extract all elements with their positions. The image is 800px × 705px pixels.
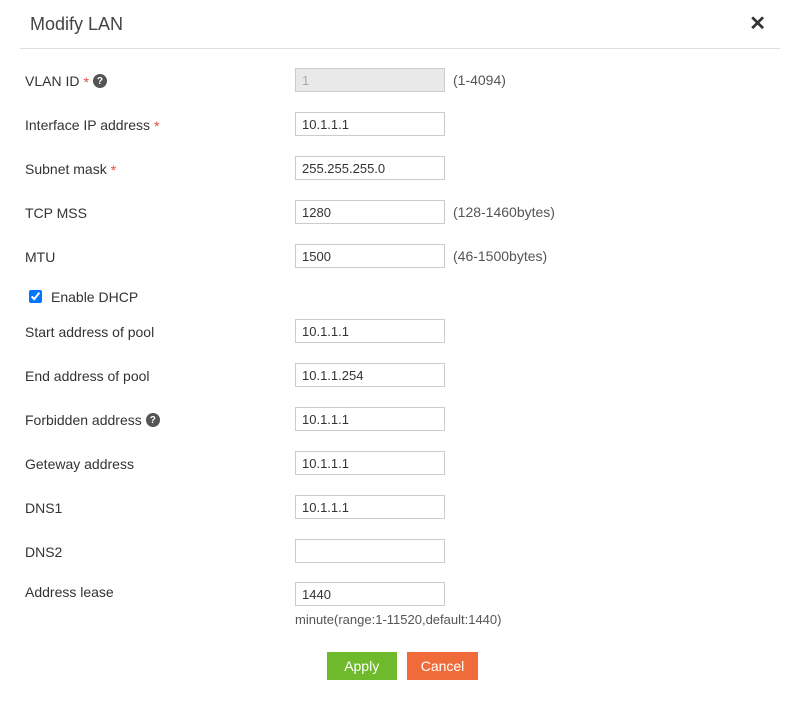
subnet-mask-input[interactable]	[295, 156, 445, 180]
gateway-input[interactable]	[295, 451, 445, 475]
lan-form: VLAN ID * ? (1-4094) Interface IP addres…	[20, 49, 780, 680]
label-end-pool: End address of pool	[25, 366, 295, 384]
hint-tcp-mss: (128-1460bytes)	[445, 204, 555, 220]
row-enable-dhcp: Enable DHCP	[25, 287, 780, 306]
required-marker: *	[154, 118, 159, 134]
hint-lease: minute(range:1-11520,default:1440)	[295, 612, 501, 627]
label-enable-dhcp: Enable DHCP	[51, 289, 138, 305]
row-dns2: DNS2	[25, 538, 780, 564]
close-icon[interactable]: ✕	[745, 12, 770, 36]
label-dns2: DNS2	[25, 542, 295, 560]
label-text: Subnet mask	[25, 161, 107, 177]
dns2-input[interactable]	[295, 539, 445, 563]
label-forbidden: Forbidden address ?	[25, 410, 295, 428]
dialog-header: Modify LAN ✕	[20, 0, 780, 49]
label-text: MTU	[25, 249, 55, 265]
enable-dhcp-checkbox[interactable]	[29, 290, 42, 303]
label-subnet-mask: Subnet mask *	[25, 159, 295, 177]
row-mtu: MTU (46-1500bytes)	[25, 243, 780, 269]
row-interface-ip: Interface IP address *	[25, 111, 780, 137]
interface-ip-input[interactable]	[295, 112, 445, 136]
row-forbidden: Forbidden address ?	[25, 406, 780, 432]
label-text: Forbidden address	[25, 412, 142, 428]
label-gateway: Geteway address	[25, 454, 295, 472]
row-vlan-id: VLAN ID * ? (1-4094)	[25, 67, 780, 93]
forbidden-input[interactable]	[295, 407, 445, 431]
label-text: TCP MSS	[25, 205, 87, 221]
dialog-title: Modify LAN	[30, 14, 123, 35]
hint-mtu: (46-1500bytes)	[445, 248, 547, 264]
required-marker: *	[83, 74, 88, 90]
row-tcp-mss: TCP MSS (128-1460bytes)	[25, 199, 780, 225]
dialog-footer: Apply Cancel	[25, 652, 780, 680]
help-icon[interactable]: ?	[93, 74, 107, 88]
end-pool-input[interactable]	[295, 363, 445, 387]
label-text: Interface IP address	[25, 117, 150, 133]
row-subnet-mask: Subnet mask *	[25, 155, 780, 181]
row-end-pool: End address of pool	[25, 362, 780, 388]
label-dns1: DNS1	[25, 498, 295, 516]
modify-lan-dialog: Modify LAN ✕ VLAN ID * ? (1-4094) Interf…	[0, 0, 800, 705]
mtu-input[interactable]	[295, 244, 445, 268]
label-start-pool: Start address of pool	[25, 322, 295, 340]
help-icon[interactable]: ?	[146, 413, 160, 427]
row-lease: Address lease minute(range:1-11520,defau…	[25, 582, 780, 627]
row-gateway: Geteway address	[25, 450, 780, 476]
tcp-mss-input[interactable]	[295, 200, 445, 224]
row-dns1: DNS1	[25, 494, 780, 520]
start-pool-input[interactable]	[295, 319, 445, 343]
label-mtu: MTU	[25, 247, 295, 265]
lease-input[interactable]	[295, 582, 445, 606]
apply-button[interactable]: Apply	[327, 652, 397, 680]
required-marker: *	[111, 162, 116, 178]
label-lease: Address lease	[25, 582, 295, 600]
cancel-button[interactable]: Cancel	[407, 652, 479, 680]
label-tcp-mss: TCP MSS	[25, 203, 295, 221]
label-text: VLAN ID	[25, 73, 79, 89]
label-vlan-id: VLAN ID * ?	[25, 71, 295, 89]
dns1-input[interactable]	[295, 495, 445, 519]
label-interface-ip: Interface IP address *	[25, 115, 295, 133]
vlan-id-input	[295, 68, 445, 92]
row-start-pool: Start address of pool	[25, 318, 780, 344]
hint-vlan-id: (1-4094)	[445, 72, 506, 88]
